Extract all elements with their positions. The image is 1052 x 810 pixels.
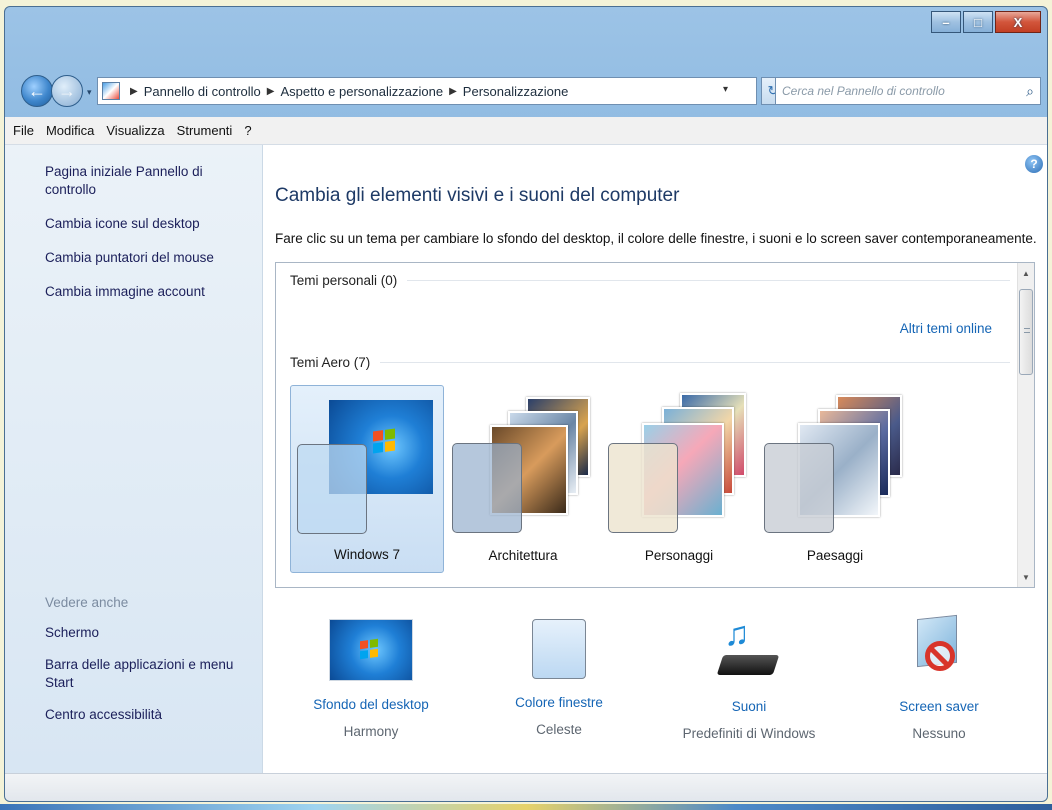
- theme-personaggi[interactable]: Personaggi: [602, 385, 756, 573]
- scroll-down-icon[interactable]: ▼: [1018, 569, 1034, 585]
- theme-label: Personaggi: [644, 548, 714, 563]
- windows-logo-icon: [373, 428, 395, 454]
- group-divider: [407, 280, 1010, 281]
- themes-list[interactable]: Temi personali (0) Altri temi online Tem…: [275, 262, 1035, 588]
- screen-saver-item[interactable]: Screen saver Nessuno: [849, 614, 1029, 741]
- menu-help[interactable]: ?: [244, 123, 251, 138]
- title-bar[interactable]: – □ X: [5, 7, 1047, 53]
- navigation-bar: ← → ▾ ▶ Pannello di controllo ▶ Aspetto …: [5, 73, 1047, 113]
- status-bar: [5, 773, 1047, 801]
- help-icon[interactable]: ?: [1025, 155, 1043, 173]
- page-title: Cambia gli elementi visivi e i suoni del…: [275, 185, 680, 206]
- menu-strumenti[interactable]: Strumenti: [177, 123, 233, 138]
- desktop-background-item[interactable]: Sfondo del desktop Harmony: [281, 615, 461, 739]
- theme-label: Windows 7: [333, 547, 401, 562]
- window-color-swatch: [764, 443, 834, 533]
- theme-label: Architettura: [488, 548, 558, 563]
- close-button[interactable]: X: [995, 11, 1041, 33]
- window-color-item[interactable]: Colore finestre Celeste: [469, 615, 649, 737]
- window-controls: – □ X: [931, 11, 1041, 33]
- sidebar-link-control-panel-home[interactable]: Pagina iniziale Pannello di controllo: [45, 163, 245, 199]
- group-label-aero: Temi Aero (7): [290, 355, 371, 370]
- sounds-item[interactable]: ♫ Suoni Predefiniti di Windows: [659, 615, 839, 741]
- breadcrumb-separator-icon[interactable]: ▶: [267, 86, 275, 97]
- sidebar-link-account-picture[interactable]: Cambia immagine account: [45, 283, 245, 301]
- window-color-icon: [532, 619, 586, 679]
- no-symbol-slash: [928, 646, 951, 668]
- control-panel-window: – □ X ← → ▾ ▶ Pannello di controllo ▶ As…: [4, 6, 1048, 802]
- desktop-background-value: Harmony: [343, 724, 399, 739]
- theme-label: Paesaggi: [806, 548, 864, 563]
- group-header-personal[interactable]: Temi personali (0): [290, 273, 1010, 288]
- control-panel-icon: [102, 82, 120, 100]
- sidebar-link-ease-of-access[interactable]: Centro accessibilità: [45, 706, 245, 724]
- keyboard-icon: [716, 655, 780, 675]
- breadcrumb-personalization[interactable]: Personalizzazione: [463, 84, 569, 99]
- screen-saver-icon: [909, 614, 969, 683]
- maximize-button[interactable]: □: [963, 11, 993, 33]
- sounds-icon: ♫: [714, 615, 784, 683]
- recent-pages-dropdown-icon[interactable]: ▾: [87, 87, 92, 98]
- minimize-button[interactable]: –: [931, 11, 961, 33]
- screen-saver-title[interactable]: Screen saver: [849, 699, 1029, 714]
- sidebar: Pagina iniziale Pannello di controllo Ca…: [5, 145, 263, 773]
- breadcrumb-separator-icon[interactable]: ▶: [449, 86, 457, 97]
- scroll-thumb[interactable]: [1019, 289, 1033, 375]
- window-color-title[interactable]: Colore finestre: [469, 695, 649, 710]
- forward-button[interactable]: →: [51, 75, 83, 107]
- theme-windows-7[interactable]: Windows 7: [290, 385, 444, 573]
- menu-visualizza[interactable]: Visualizza: [106, 123, 164, 138]
- sounds-value: Predefiniti di Windows: [682, 726, 816, 741]
- menu-modifica[interactable]: Modifica: [46, 123, 94, 138]
- sidebar-link-display[interactable]: Schermo: [45, 624, 245, 642]
- search-input[interactable]: Cerca nel Pannello di controllo ⌕: [775, 77, 1041, 105]
- music-notes-icon: ♫: [724, 615, 750, 653]
- back-button[interactable]: ←: [21, 75, 53, 107]
- screen-saver-value: Nessuno: [912, 726, 966, 741]
- theme-paesaggi[interactable]: Paesaggi: [758, 385, 912, 573]
- search-icon[interactable]: ⌕: [1026, 83, 1034, 100]
- grip-icon: [1024, 328, 1030, 333]
- window-color-swatch: [452, 443, 522, 533]
- group-label-personal: Temi personali (0): [290, 273, 398, 288]
- scroll-up-icon[interactable]: ▲: [1018, 265, 1034, 281]
- theme-architettura[interactable]: Architettura: [446, 385, 600, 573]
- sidebar-link-taskbar[interactable]: Barra delle applicazioni e menu Start: [45, 656, 245, 692]
- desktop-background-title[interactable]: Sfondo del desktop: [281, 697, 461, 712]
- see-also-title: Vedere anche: [45, 595, 129, 610]
- breadcrumb-appearance[interactable]: Aspetto e personalizzazione: [280, 84, 443, 99]
- main-content: ? Cambia gli elementi visivi e i suoni d…: [263, 145, 1047, 773]
- more-themes-online-link[interactable]: Altri temi online: [900, 321, 992, 336]
- window-color-swatch: [297, 444, 367, 534]
- address-dropdown-icon[interactable]: ▾: [723, 84, 728, 95]
- menu-file[interactable]: File: [13, 123, 34, 138]
- no-symbol-icon: [925, 641, 955, 671]
- see-also-section: Vedere anche Schermo Barra delle applica…: [45, 595, 255, 738]
- menu-bar: File Modifica Visualizza Strumenti ?: [5, 117, 1047, 145]
- search-placeholder: Cerca nel Pannello di controllo: [782, 84, 945, 98]
- sidebar-link-mouse-pointers[interactable]: Cambia puntatori del mouse: [45, 249, 245, 267]
- group-header-aero[interactable]: Temi Aero (7): [290, 355, 1010, 370]
- theme-components: Sfondo del desktop Harmony Colore finest…: [263, 614, 1047, 765]
- breadcrumb-separator-icon[interactable]: ▶: [130, 86, 138, 97]
- themes-scrollbar[interactable]: ▲ ▼: [1017, 263, 1034, 587]
- window-color-swatch: [608, 443, 678, 533]
- desktop-background-icon: [329, 619, 413, 681]
- taskbar-strip: [0, 804, 1052, 810]
- page-description: Fare clic su un tema per cambiare lo sfo…: [275, 231, 1037, 246]
- sidebar-link-desktop-icons[interactable]: Cambia icone sul desktop: [45, 215, 245, 233]
- group-divider: [380, 362, 1010, 363]
- address-bar[interactable]: ▶ Pannello di controllo ▶ Aspetto e pers…: [97, 77, 757, 105]
- breadcrumb-control-panel[interactable]: Pannello di controllo: [144, 84, 261, 99]
- windows-logo-icon: [360, 638, 378, 660]
- sounds-title[interactable]: Suoni: [659, 699, 839, 714]
- window-color-value: Celeste: [536, 722, 582, 737]
